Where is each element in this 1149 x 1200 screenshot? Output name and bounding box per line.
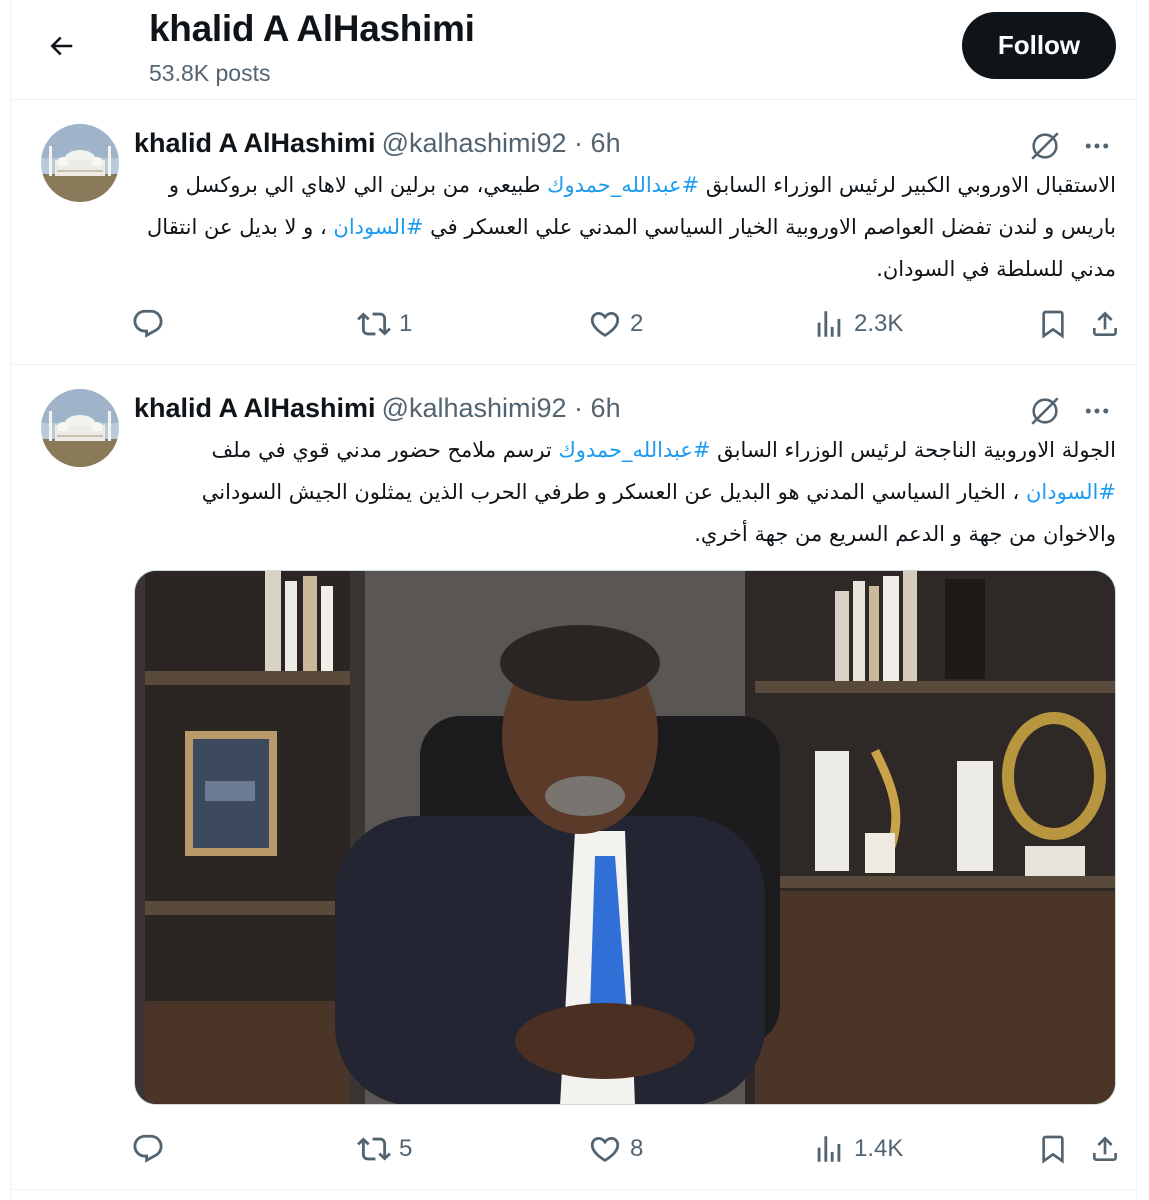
- reply-button[interactable]: [131, 1127, 165, 1171]
- views-chart-icon: [817, 1136, 841, 1162]
- repost-count: 5: [399, 1135, 413, 1162]
- tweet-text-part: ، الخيار السياسي المدني هو البديل عن الع…: [201, 480, 1116, 546]
- repost-icon: [357, 1137, 391, 1161]
- more-horizontal-icon[interactable]: [1077, 126, 1117, 166]
- like-count: 2: [630, 310, 644, 337]
- share-icon: [1093, 1136, 1117, 1161]
- like-button[interactable]: 8: [588, 1127, 643, 1171]
- hashtag-link[interactable]: #عبدالله_حمدوك: [558, 438, 710, 462]
- repost-icon: [357, 312, 391, 336]
- column-border-right: [1136, 0, 1137, 1200]
- share-button[interactable]: [1089, 1127, 1121, 1171]
- profile-name: khalid A AlHashimi: [149, 8, 475, 49]
- avatar[interactable]: [41, 124, 119, 202]
- reply-icon: [133, 309, 163, 338]
- tweet-text-part: الجولة الاوروبية الناجحة لرئيس الوزراء ا…: [710, 438, 1116, 462]
- views-count: 2.3K: [854, 310, 904, 337]
- views-chart-icon: [817, 311, 841, 337]
- heart-icon: [590, 1136, 620, 1162]
- grok-icon[interactable]: [1025, 126, 1065, 166]
- share-icon: [1093, 311, 1117, 336]
- tweet-author-name[interactable]: khalid A AlHashimi: [134, 393, 376, 423]
- bookmark-icon: [1042, 310, 1064, 339]
- share-button[interactable]: [1089, 302, 1121, 346]
- tweet[interactable]: khalid A AlHashimi @kalhashimi92 · 6h الج…: [11, 365, 1136, 1190]
- hashtag-link[interactable]: #السودان: [1026, 480, 1116, 504]
- tweet[interactable]: khalid A AlHashimi @kalhashimi92 · 6h الا…: [11, 100, 1136, 365]
- tweet-handle-time[interactable]: @kalhashimi92 · 6h: [382, 393, 621, 423]
- reply-button[interactable]: [131, 302, 165, 346]
- arrow-left-icon: [50, 36, 73, 56]
- posts-count: 53.8K posts: [149, 60, 271, 86]
- bookmark-button[interactable]: [1037, 1127, 1069, 1171]
- back-button[interactable]: [39, 24, 83, 68]
- tweet-text-part: الاستقبال الاوروبي الكبير لرئيس الوزراء …: [699, 173, 1116, 197]
- repost-button[interactable]: 1: [357, 302, 412, 346]
- profile-header: khalid A AlHashimi 53.8K posts Follow: [11, 0, 1136, 100]
- tweet-actions: 5 8 1.4K: [131, 1127, 1121, 1171]
- repost-button[interactable]: 5: [357, 1127, 412, 1171]
- views-button[interactable]: 2.3K: [812, 302, 903, 346]
- heart-icon: [590, 311, 620, 337]
- like-count: 8: [630, 1135, 644, 1162]
- follow-button[interactable]: Follow: [962, 12, 1116, 79]
- tweet-actions: 1 2 2.3K: [131, 302, 1121, 346]
- views-button[interactable]: 1.4K: [812, 1127, 903, 1171]
- tweet-header: khalid A AlHashimi @kalhashimi92 · 6h: [134, 393, 621, 424]
- tweet-text-part: ترسم ملامح حضور مدني قوي في ملف: [211, 438, 559, 462]
- tweet-text: الاستقبال الاوروبي الكبير لرئيس الوزراء …: [134, 164, 1116, 290]
- tweet-header: khalid A AlHashimi @kalhashimi92 · 6h: [134, 128, 621, 159]
- grok-icon[interactable]: [1025, 391, 1065, 431]
- like-button[interactable]: 2: [588, 302, 643, 346]
- hashtag-link[interactable]: #عبدالله_حمدوك: [547, 173, 699, 197]
- reply-icon: [133, 1134, 163, 1163]
- views-count: 1.4K: [854, 1135, 904, 1162]
- bookmark-button[interactable]: [1037, 302, 1069, 346]
- tweet-author-name[interactable]: khalid A AlHashimi: [134, 128, 376, 158]
- bookmark-icon: [1042, 1135, 1064, 1164]
- tweet-media-image[interactable]: [134, 570, 1116, 1105]
- avatar[interactable]: [41, 389, 119, 467]
- hashtag-link[interactable]: #السودان: [333, 215, 423, 239]
- more-horizontal-icon[interactable]: [1077, 391, 1117, 431]
- tweet-handle-time[interactable]: @kalhashimi92 · 6h: [382, 128, 621, 158]
- tweet-text: الجولة الاوروبية الناجحة لرئيس الوزراء ا…: [134, 429, 1116, 555]
- repost-count: 1: [399, 310, 413, 337]
